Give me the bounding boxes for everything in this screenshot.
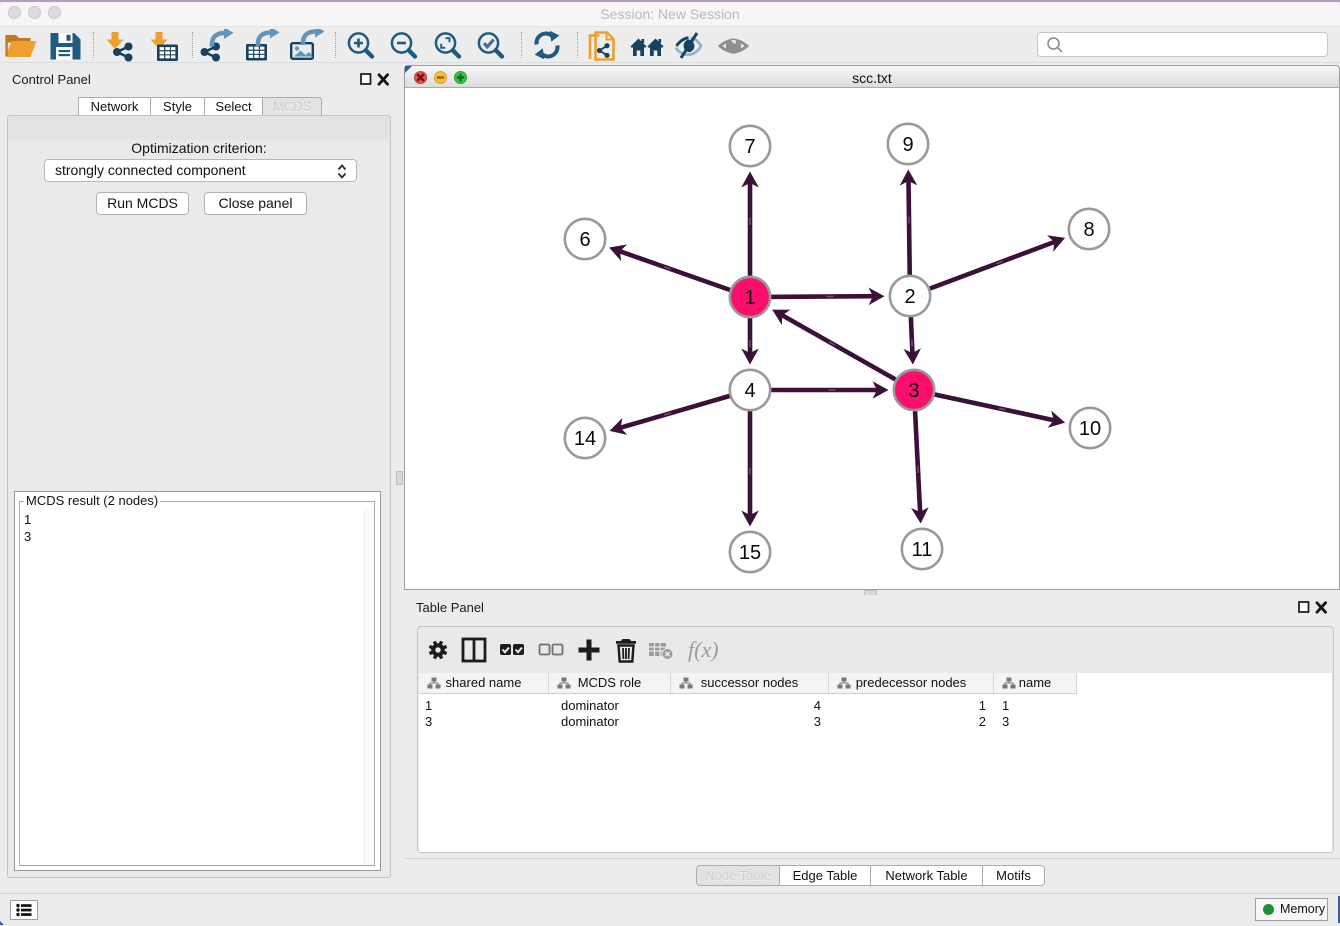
- svg-text:10: 10: [1079, 418, 1101, 440]
- svg-text:1: 1: [744, 287, 755, 309]
- svg-text:9: 9: [902, 134, 913, 156]
- svg-text:6: 6: [579, 229, 590, 251]
- svg-text:2: 2: [904, 286, 915, 308]
- svg-text:15: 15: [739, 542, 761, 564]
- svg-text:4: 4: [744, 380, 755, 402]
- svg-text:11: 11: [912, 539, 933, 561]
- svg-text:f(x): f(x): [688, 637, 719, 662]
- svg-text:14: 14: [574, 428, 596, 450]
- svg-text:3: 3: [908, 380, 919, 402]
- svg-text:8: 8: [1083, 219, 1094, 241]
- svg-text:7: 7: [744, 136, 755, 158]
